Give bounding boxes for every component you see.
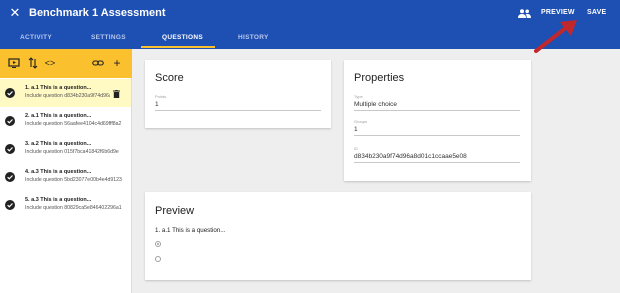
question-subtitle: Include question 80829ca5e846402296a1 <box>25 205 122 211</box>
question-list-item[interactable]: 2. a.1 This is a question... Include que… <box>0 107 131 135</box>
check-circle-icon <box>5 200 15 210</box>
question-subtitle: Include question 5bd23077e00b4e4d9123 <box>25 177 122 183</box>
preview-title: Preview <box>155 205 195 217</box>
groups-field[interactable]: Groups 1 <box>354 119 520 136</box>
type-field[interactable]: Type Multiple choice <box>354 94 520 111</box>
question-title: 1. a.1 This is a question... <box>25 85 92 91</box>
title-bar: ✕ Benchmark 1 Assessment PREVIEW SAVE <box>0 0 620 28</box>
score-title: Score <box>155 72 184 84</box>
app-header: ✕ Benchmark 1 Assessment PREVIEW SAVE AC… <box>0 0 620 49</box>
save-button[interactable]: SAVE <box>587 9 606 16</box>
question-title: 3. a.2 This is a question... <box>25 141 92 147</box>
question-title: 4. a.3 This is a question... <box>25 169 92 175</box>
active-tab-indicator <box>141 46 215 48</box>
check-circle-icon <box>5 88 15 98</box>
question-subtitle: Include question d834b230a9f74d96a8d01c1… <box>25 93 110 99</box>
points-field[interactable]: Points 1 <box>155 94 321 111</box>
tab-activity[interactable]: ACTIVITY <box>20 34 52 41</box>
question-subtitle: Include question 015f7bca41842f6b6d9e <box>25 149 119 155</box>
score-card: Score Points 1 <box>145 60 331 128</box>
add-icon[interactable]: + <box>111 57 123 69</box>
points-underline <box>155 110 321 111</box>
type-label: Type <box>354 94 363 99</box>
code-icon[interactable]: <> <box>44 57 56 69</box>
type-value: Multiple choice <box>354 101 397 108</box>
id-value: d834b230a9f74d96a8d01c1ccaae5e08 <box>354 153 467 160</box>
id-underline <box>354 162 520 163</box>
groups-underline <box>354 135 520 136</box>
link-icon[interactable] <box>92 57 104 69</box>
sort-icon[interactable] <box>27 57 39 69</box>
page-title: Benchmark 1 Assessment <box>29 7 166 19</box>
check-circle-icon <box>5 172 15 182</box>
check-circle-icon <box>5 116 15 126</box>
points-label: Points <box>155 94 167 99</box>
question-sidebar: <> + 1. a.1 This is a question... Includ… <box>0 49 132 293</box>
preview-card: Preview 1. a.1 This is a question... <box>145 192 531 280</box>
preview-button[interactable]: PREVIEW <box>541 9 575 16</box>
preview-question: 1. a.1 This is a question... <box>155 227 226 234</box>
radio-option[interactable] <box>155 241 161 247</box>
groups-value: 1 <box>354 126 358 133</box>
people-icon[interactable] <box>518 9 531 18</box>
groups-label: Groups <box>354 119 368 124</box>
id-field[interactable]: ID d834b230a9f74d96a8d01c1ccaae5e08 <box>354 146 520 163</box>
close-icon[interactable]: ✕ <box>9 6 21 19</box>
type-underline <box>354 110 520 111</box>
question-list-item[interactable]: 4. a.3 This is a question... Include que… <box>0 163 131 191</box>
question-list-item[interactable]: 3. a.2 This is a question... Include que… <box>0 135 131 163</box>
annotation-arrow-icon <box>534 20 577 53</box>
points-value: 1 <box>155 101 159 108</box>
radio-dot <box>157 243 159 245</box>
present-icon[interactable] <box>8 57 20 69</box>
id-label: ID <box>354 146 358 151</box>
sidebar-toolbar: <> + <box>0 49 132 78</box>
properties-card: Properties Type Multiple choice Groups 1… <box>344 60 531 181</box>
tab-settings[interactable]: SETTINGS <box>91 34 126 41</box>
question-list-item[interactable]: 1. a.1 This is a question... Include que… <box>0 79 131 107</box>
radio-option[interactable] <box>155 256 161 262</box>
properties-title: Properties <box>354 72 405 84</box>
question-subtitle: Include question 56aafee4104c4d69fff8a2 <box>25 121 122 127</box>
question-title: 2. a.1 This is a question... <box>25 113 92 119</box>
question-list-item[interactable]: 5. a.3 This is a question... Include que… <box>0 191 131 219</box>
tab-history[interactable]: HISTORY <box>238 34 269 41</box>
tab-questions[interactable]: QUESTIONS <box>162 34 203 41</box>
trash-icon[interactable] <box>113 90 120 98</box>
check-circle-icon <box>5 144 15 154</box>
question-title: 5. a.3 This is a question... <box>25 197 92 203</box>
